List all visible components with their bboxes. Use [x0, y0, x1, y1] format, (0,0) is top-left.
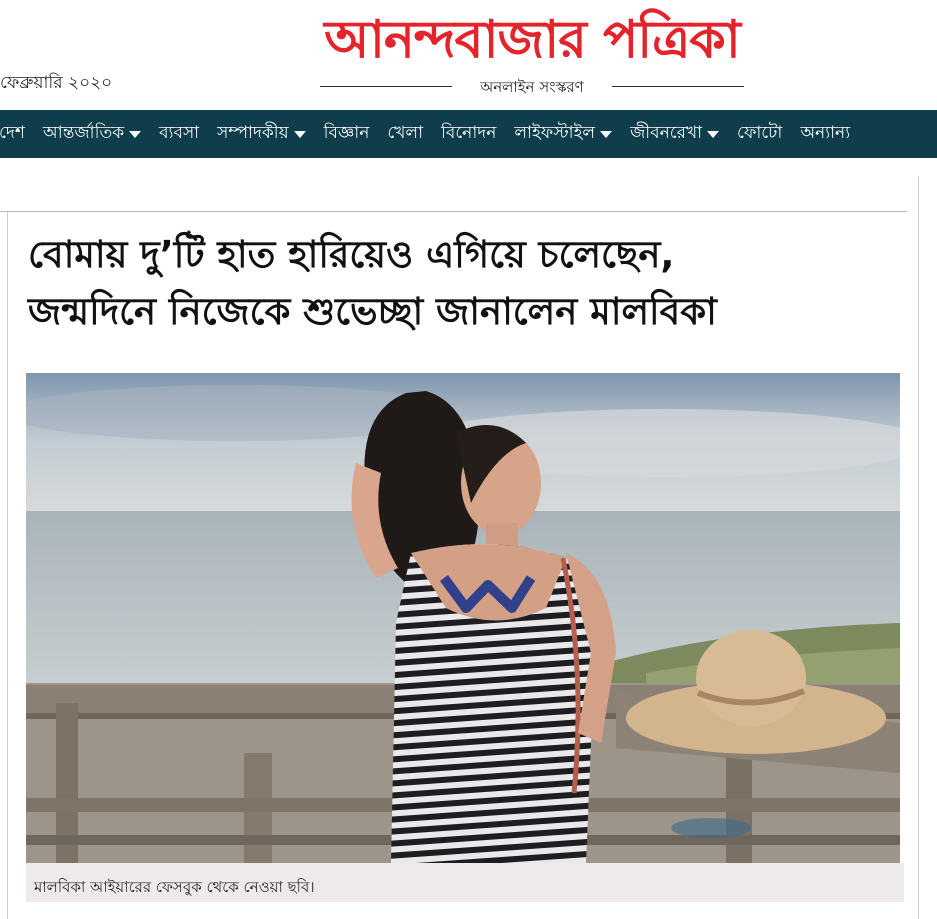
masthead: ফেব্রুয়ারি ২০২০ আনন্দবাজার পত্রিকা অনলা…	[0, 0, 937, 110]
image-caption: মালবিকা আইয়ারের ফেসবুক থেকে নেওয়া ছবি।	[26, 863, 904, 902]
nav-item-others[interactable]: অন্যান্য	[791, 110, 859, 158]
nav-item-sports[interactable]: খেলা	[378, 110, 432, 158]
nav-item-desh[interactable]: দেশ	[0, 110, 34, 158]
logo-subtitle-row: অনলাইন সংস্করণ	[314, 74, 750, 98]
site-logo[interactable]: আনন্দবাজার পত্রিকা অনলাইন সংস্করণ	[314, 8, 750, 100]
headline-line-1: বোমায় দু’টি হাত হারিয়েও এগিয়ে চলেছেন,	[28, 233, 675, 276]
logo-title: আনন্দবাজার পত্রিকা	[324, 9, 741, 70]
nav-item-photo[interactable]: ফোটো	[728, 110, 791, 158]
column-divider-left	[7, 212, 8, 919]
column-divider-right	[918, 176, 919, 919]
nav-item-lifestyle[interactable]: লাইফস্টাইল	[505, 110, 621, 158]
nav-item-business[interactable]: ব্যবসা	[150, 110, 208, 158]
logo-rule-left	[320, 86, 452, 87]
edition-date: ফেব্রুয়ারি ২০২০	[0, 73, 113, 93]
caret-down-icon	[707, 130, 720, 138]
nav-item-entertainment[interactable]: বিনোদন	[432, 110, 505, 158]
main-nav: দেশ আন্তর্জাতিক ব্যবসা সম্পাদকীয় বিজ্ঞা…	[0, 110, 937, 158]
caret-down-icon	[293, 130, 306, 138]
headline-line-2: জন্মদিনে নিজেকে শুভেচ্ছা জানালেন মালবিকা	[28, 290, 717, 333]
nav-item-science[interactable]: বিজ্ঞান	[315, 110, 379, 158]
article-headline: বোমায় দু’টি হাত হারিয়েও এগিয়ে চলেছেন,…	[28, 226, 908, 340]
caret-down-icon	[129, 130, 142, 138]
headline-rule	[0, 211, 907, 212]
logo-rule-right	[612, 86, 744, 87]
photo-illustration	[26, 373, 900, 863]
nav-item-editorial[interactable]: সম্পাদকীয়	[208, 110, 315, 158]
article-photo[interactable]	[26, 373, 900, 863]
nav-item-international[interactable]: আন্তর্জাতিক	[34, 110, 150, 158]
nav-item-jibonrekha[interactable]: জীবনরেখা	[621, 110, 728, 158]
caret-down-icon	[600, 130, 613, 138]
logo-subtitle: অনলাইন সংস্করণ	[480, 78, 584, 96]
